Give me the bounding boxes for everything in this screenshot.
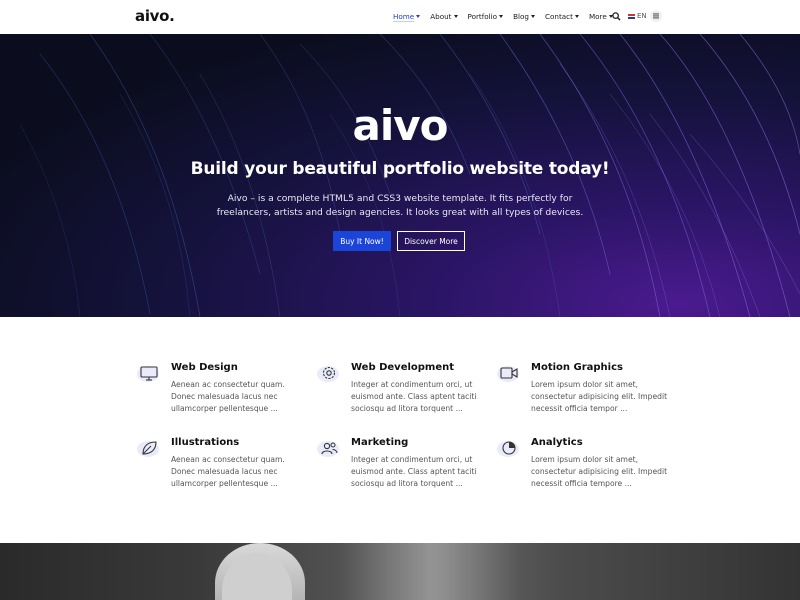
nav-item-blog[interactable]: Blog: [513, 12, 535, 21]
service-icon-wrap: [317, 362, 343, 384]
nav-item-label: Home: [393, 12, 415, 21]
hero-description: Aivo – is a complete HTML5 and CSS3 webs…: [0, 192, 800, 220]
search-icon[interactable]: [612, 12, 621, 21]
nav-item-label: Contact: [544, 12, 573, 21]
main-menu: Home About Portfolio Blog Contact More: [393, 12, 613, 21]
service-title: Illustrations: [171, 437, 240, 448]
top-navbar: aivo. Home About Portfolio Blog Contact …: [0, 0, 800, 34]
gear-icon: [322, 366, 336, 380]
chevron-down-icon: [453, 15, 458, 18]
nav-item-contact[interactable]: Contact: [545, 12, 579, 21]
nav-item-home[interactable]: Home: [393, 12, 421, 21]
service-title: Analytics: [531, 437, 583, 448]
leaf-icon: [142, 441, 157, 455]
service-icon-wrap: [317, 437, 343, 459]
services-section: Web Design Aenean ac consectetur quam. D…: [0, 317, 800, 543]
chevron-down-icon: [416, 15, 421, 18]
photo-light: [340, 543, 520, 600]
chevron-down-icon: [499, 15, 504, 18]
hero-description-line: Aivo – is a complete HTML5 and CSS3 webs…: [227, 193, 573, 204]
service-icon-wrap: [137, 437, 163, 459]
language-label: EN: [637, 12, 647, 20]
monitor-icon: [140, 366, 158, 381]
nav-item-portfolio[interactable]: Portfolio: [468, 12, 504, 21]
service-title: Web Design: [171, 362, 238, 373]
hero-description-line: freelancers, artists and design agencies…: [216, 207, 584, 218]
service-text: Integer at condimentum orci, ut euismod …: [351, 380, 477, 413]
users-icon: [321, 442, 338, 455]
hero-section: aivo Build your beautiful portfolio webs…: [0, 34, 800, 317]
video-camera-icon: [500, 367, 518, 379]
buy-it-now-button[interactable]: Buy It Now!: [333, 231, 391, 251]
service-icon-wrap: [137, 362, 163, 384]
hero-subtitle: Build your beautiful portfolio website t…: [190, 159, 610, 179]
nav-item-label: Portfolio: [467, 12, 498, 21]
hamburger-menu-button[interactable]: [650, 10, 662, 22]
discover-more-button[interactable]: Discover More: [397, 231, 465, 251]
service-title: Motion Graphics: [531, 362, 623, 373]
language-switcher[interactable]: EN: [628, 12, 647, 20]
nav-item-about[interactable]: About: [430, 12, 458, 21]
hamburger-icon: [653, 13, 659, 19]
pie-chart-icon: [502, 441, 516, 455]
service-title: Marketing: [351, 437, 409, 448]
service-icon-wrap: [497, 437, 523, 459]
nav-item-more[interactable]: More: [589, 12, 613, 21]
chevron-down-icon: [530, 15, 535, 18]
service-text: Aenean ac consectetur quam. Donec malesu…: [171, 455, 285, 488]
service-text: Integer at condimentum orci, ut euismod …: [351, 455, 477, 488]
chevron-down-icon: [574, 15, 579, 18]
service-text: Lorem ipsum dolor sit amet, consectetur …: [531, 380, 668, 413]
nav-item-label: More: [588, 12, 607, 21]
nav-item-label: About: [430, 12, 452, 21]
site-logo[interactable]: aivo.: [135, 7, 175, 25]
service-icon-wrap: [497, 362, 523, 384]
service-text: Aenean ac consectetur quam. Donec malesu…: [171, 380, 285, 413]
hero-title: aivo: [352, 101, 449, 150]
featured-photo: [0, 543, 800, 600]
service-title: Web Development: [351, 362, 455, 373]
nav-item-label: Blog: [513, 12, 529, 21]
service-text: Lorem ipsum dolor sit amet, consectetur …: [531, 455, 668, 488]
uk-flag-icon: [628, 13, 635, 19]
